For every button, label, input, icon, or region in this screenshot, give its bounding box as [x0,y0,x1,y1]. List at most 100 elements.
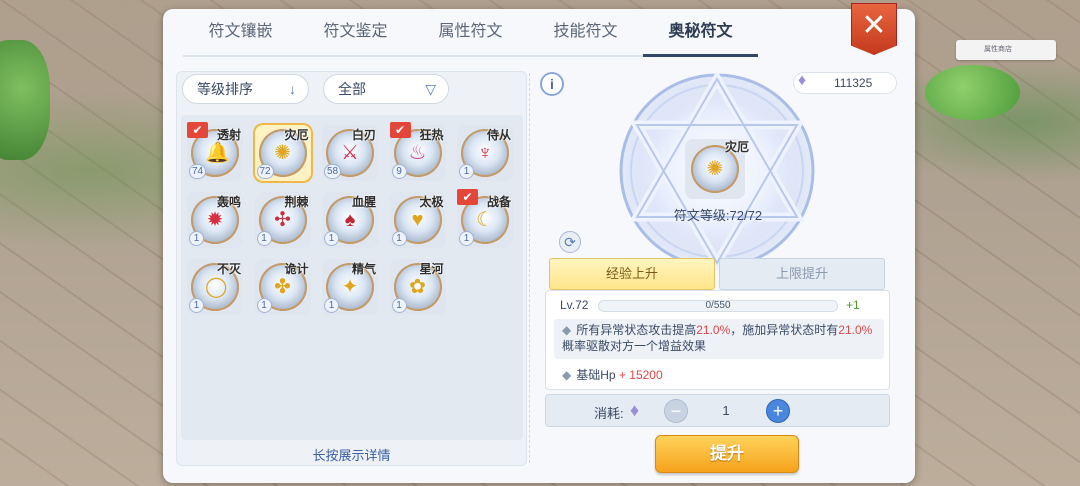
currency-amount: 111325 [834,76,873,90]
bullet-icon: ◆ [562,323,572,337]
effect-value: 21.0% [838,323,873,337]
rune-panel: 符文镶嵌 符文鉴定 属性符文 技能符文 奥秘符文 ✕ 等级排序 ↓ 全部 ▽ 🔔… [163,3,915,483]
rune-icon: 🔔 [205,142,230,164]
triangle-down-icon: ▽ [425,81,436,97]
selected-rune-icon: ✺ 灾厄 [685,139,749,199]
rune-count: 1 [189,298,204,313]
upgrade-button[interactable]: 提升 [655,435,799,473]
check-icon: ✔ [457,189,478,205]
tab-rune-identify[interactable]: 符文鉴定 [298,17,413,57]
rune-count: 1 [459,164,474,179]
tab-cap-up[interactable]: 上限提升 [719,258,885,290]
rune-icon: ♥ [411,209,424,231]
sort-dropdown[interactable]: 等级排序 ↓ [182,74,309,104]
tab-exp-up[interactable]: 经验上升 [549,258,715,290]
rune-name: 白刃 [351,128,376,142]
rune-grid: 🔔 透射 74 ✔ ✺ 灾厄 72 ⚔ 白刃 58 ♨ 狂热 9 ✔ ♆ 侍从 1 ✹ 轰鸣 1 ✣ 荆棘 1 ♠ 血腥 1 ♥ 太极… [181,115,523,440]
rune-name: 星河 [419,262,444,276]
rune-icon: ♆ [477,142,493,164]
rune-count: 1 [189,231,204,246]
hp-label: 基础Hp [576,368,616,382]
rune-name: 侍从 [486,128,511,142]
tab-mystic-rune[interactable]: 奥秘符文 [643,17,758,57]
rune-name: 狂热 [419,128,444,142]
refresh-button[interactable]: ⟳ [559,231,581,253]
rune-count: 72 [256,164,274,179]
rune-icon: ♠ [344,209,356,231]
rune-list-panel: 等级排序 ↓ 全部 ▽ 🔔 透射 74 ✔ ✺ 灾厄 72 ⚔ 白刃 58 ♨ 狂热 9 ✔ ♆ 侍从 1 ✹ 轰鸣… [176,71,527,466]
rune-icon: ⚔ [341,142,359,164]
background-sign: 属性商店 [956,40,1056,60]
rune-slot[interactable]: ✤ 诡计 1 [254,259,311,315]
increase-button[interactable]: + [766,399,790,423]
rune-count: 1 [391,231,407,246]
rune-slot[interactable]: ☾ 战备 1 ✔ [457,189,513,248]
rune-slot[interactable]: ✹ 轰鸣 1 [187,192,243,248]
rune-slot[interactable]: ✦ 精气 1 [322,259,378,315]
effect-part: ，施加异常状态时有 [730,323,839,337]
rune-slot[interactable]: ⚔ 白刃 58 [322,125,378,181]
background-tree [925,65,1020,120]
effect-part: 概率驱散对方一个增益效果 [562,339,707,353]
rune-count: 1 [256,231,272,246]
cost-row: 消耗: ♦ − 1 + [545,394,890,427]
effect-value: 21.0% [696,323,731,337]
rune-slot[interactable]: ♠ 血腥 1 [322,192,378,248]
rune-icon: ✣ [274,209,291,231]
rune-name: 灾厄 [284,128,309,142]
rune-slot[interactable]: ♆ 侍从 1 [457,125,513,181]
tab-skill-rune[interactable]: 技能符文 [528,17,643,57]
info-button[interactable]: i [540,72,564,96]
category-dropdown[interactable]: 全部 ▽ [323,74,449,104]
effect-part: 所有异常状态攻击提高 [576,323,697,337]
tab-rune-inlay[interactable]: 符文镶嵌 [183,17,298,57]
info-icon: i [550,76,554,92]
background-tree [0,40,50,160]
rune-name: 不灭 [216,262,241,276]
rune-name: 透射 [216,128,241,142]
rune-slot[interactable]: 🔔 透射 74 ✔ [187,122,243,181]
rune-slot[interactable]: ✣ 荆棘 1 [254,192,311,248]
tab-attribute-rune[interactable]: 属性符文 [413,17,528,57]
rune-icon: ✺ [274,142,291,164]
rune-icon: ♨ [408,142,427,164]
rune-name: 荆棘 [284,195,309,209]
rune-name: 血腥 [351,195,376,209]
rune-count: 58 [324,164,342,179]
rune-slot[interactable]: ✺ 灾厄 72 [254,125,311,181]
selected-rune-name: 灾厄 [724,140,749,154]
rune-name: 轰鸣 [216,195,241,209]
hp-value: + 15200 [618,368,663,382]
rune-detail-panel: i ♦ 111325 ✺ 灾厄 符文等级:72/72 ⟳ 经验上升 上限提升 L… [535,71,901,473]
arrow-down-icon: ↓ [289,81,296,97]
refresh-icon: ⟳ [564,234,576,250]
rune-icon: ◯ [205,276,228,298]
plus-icon: + [772,401,784,421]
category-label: 全部 [338,81,366,97]
bullet-icon: ◆ [562,368,572,382]
cost-label: 消耗: [594,406,624,421]
sort-label: 等级排序 [197,81,253,97]
rune-slot[interactable]: ♨ 狂热 9 ✔ [389,122,446,181]
close-button[interactable]: ✕ [851,3,897,55]
rune-count: 1 [391,298,407,313]
crystal-icon: ♦ [630,400,640,420]
base-hp: ◆ 基础Hp + 15200 [562,366,663,383]
rune-count: 1 [256,298,272,313]
effect-text: ◆ 所有异常状态攻击提高21.0%，施加异常状态时有21.0%概率驱散对方一个增益… [554,319,884,359]
divider [529,73,530,463]
minus-icon: − [670,401,682,421]
rune-icon: ✿ [409,276,426,298]
rune-name: 精气 [351,262,376,276]
long-press-hint[interactable]: 长按展示详情 [177,445,526,464]
decrease-button[interactable]: − [664,399,688,423]
quantity-value: 1 [722,403,730,418]
exp-progress-bar: 0/550 [598,300,838,312]
rune-count: 9 [391,164,407,179]
rune-icon: ✹ [206,209,224,231]
rune-slot[interactable]: ♥ 太极 1 [389,192,446,248]
rune-detail-box: Lv.72 0/550 +1 ◆ 所有异常状态攻击提高21.0%，施加异常状态时有… [545,290,890,390]
rune-icon: ✤ [274,276,291,298]
rune-slot[interactable]: ✿ 星河 1 [389,259,446,315]
rune-slot[interactable]: ◯ 不灭 1 [187,259,243,315]
